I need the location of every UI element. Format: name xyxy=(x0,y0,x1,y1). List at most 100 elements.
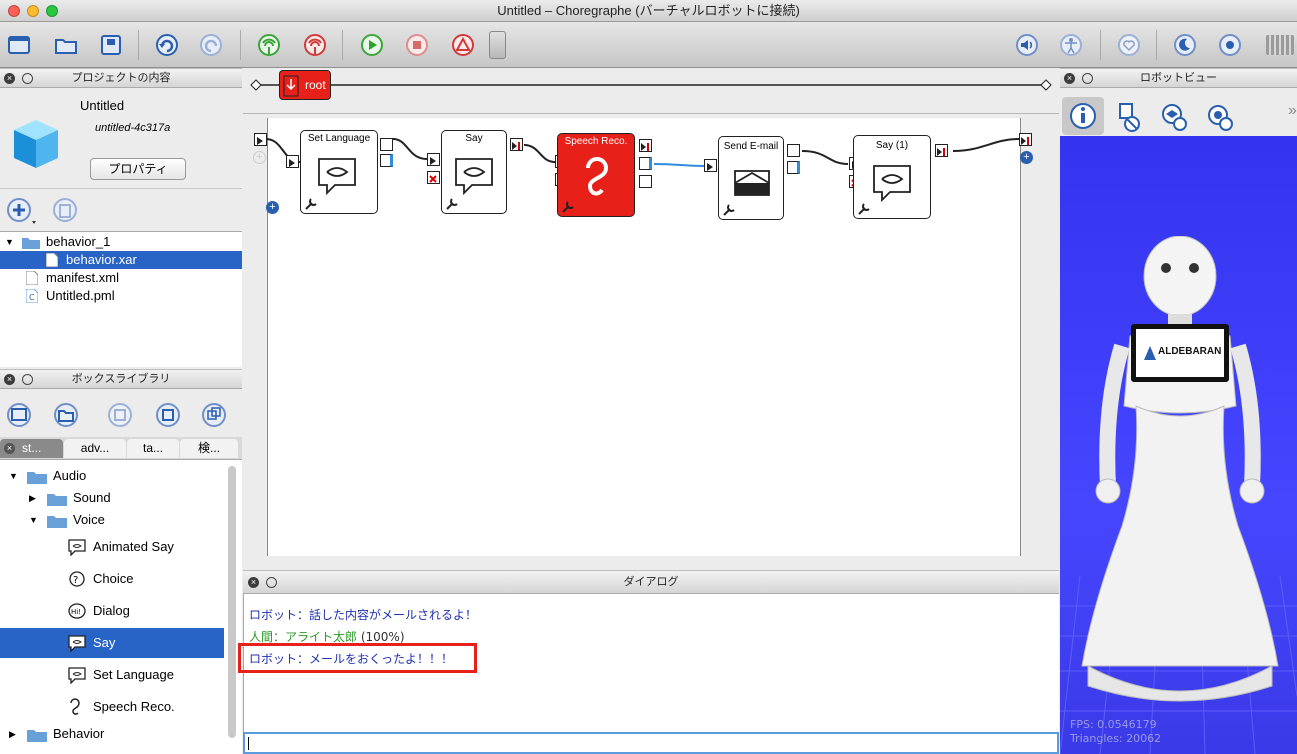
close-window-icon[interactable] xyxy=(8,5,20,17)
volume-slider-handle[interactable] xyxy=(489,31,506,59)
wake-sun-icon[interactable] xyxy=(1215,30,1245,60)
info-icon xyxy=(1070,103,1096,129)
box-input-port[interactable] xyxy=(427,153,440,166)
box-output-port[interactable] xyxy=(639,139,652,152)
tab-advanced[interactable]: adv... xyxy=(64,439,126,458)
open-project-button[interactable] xyxy=(51,30,81,60)
save-library-button[interactable] xyxy=(106,402,134,428)
library-item-sound[interactable]: ▶ Sound xyxy=(0,487,228,509)
root-arrow-icon xyxy=(283,75,299,97)
flow-box-speech-reco[interactable]: Speech Reco. xyxy=(557,133,635,217)
tab-standard[interactable]: × st... xyxy=(0,439,63,458)
box-output-port[interactable] xyxy=(935,144,948,157)
disclosure-open-icon[interactable]: ▼ xyxy=(5,233,14,251)
project-id: untitled-4c317a xyxy=(95,122,171,134)
library-item-set-language[interactable]: Set Language xyxy=(0,664,228,686)
robot-3d-viewport[interactable]: ALDEBARAN FPS: 0.0546179 Triangles: 2006… xyxy=(1060,136,1297,754)
box-stop-port[interactable] xyxy=(427,171,440,184)
connect-robot-button[interactable] xyxy=(254,30,284,60)
close-panel-icon[interactable]: × xyxy=(4,73,15,84)
close-tab-icon[interactable]: × xyxy=(4,443,15,454)
speech-bubble-icon xyxy=(455,158,493,196)
delete-file-button[interactable] xyxy=(50,197,80,225)
joints-toggle-icon[interactable] xyxy=(1112,102,1144,132)
library-item-dialog[interactable]: Hi! Dialog xyxy=(0,600,228,622)
tree-item-manifest[interactable]: manifest.xml xyxy=(0,269,242,287)
play-button[interactable] xyxy=(357,30,387,60)
disclosure-closed-icon[interactable]: ▶ xyxy=(29,487,36,509)
flow-box-say[interactable]: Say xyxy=(441,130,507,214)
box-output-port[interactable] xyxy=(787,161,800,174)
tab-search[interactable]: 検... xyxy=(180,439,238,458)
settings-gear-icon[interactable] xyxy=(1204,102,1236,132)
box-output-port[interactable] xyxy=(639,157,652,170)
sleep-moon-icon[interactable] xyxy=(1170,30,1200,60)
add-input-icon[interactable]: + xyxy=(253,151,266,164)
library-item-audio[interactable]: ▼ Audio xyxy=(0,465,228,487)
breadcrumb-root[interactable]: root xyxy=(279,70,331,100)
more-chevron-icon[interactable]: » xyxy=(1288,102,1297,120)
box-output-port[interactable] xyxy=(639,175,652,188)
emergency-button[interactable] xyxy=(448,30,478,60)
box-output-port[interactable] xyxy=(510,138,523,151)
flow-box-set-language[interactable]: Set Language xyxy=(300,130,378,214)
project-name: Untitled xyxy=(80,98,125,113)
undock-panel-icon[interactable] xyxy=(22,73,33,84)
library-settings-button[interactable] xyxy=(200,402,228,428)
info-button[interactable] xyxy=(1062,97,1104,135)
disclosure-open-icon[interactable]: ▼ xyxy=(9,465,18,487)
box-input-port[interactable] xyxy=(286,155,299,168)
undock-panel-icon[interactable] xyxy=(1082,73,1093,84)
undock-panel-icon[interactable] xyxy=(266,577,277,588)
box-output-port[interactable] xyxy=(787,144,800,157)
heart-icon[interactable] xyxy=(1114,30,1144,60)
new-library-button[interactable] xyxy=(5,402,33,428)
panel-title: ダイアログ xyxy=(623,576,679,588)
library-scrollbar[interactable] xyxy=(228,466,236,738)
add-file-button[interactable] xyxy=(4,197,38,227)
library-item-choice[interactable]: ? Choice xyxy=(0,568,228,590)
new-project-button[interactable] xyxy=(4,30,34,60)
project-panel-header: × プロジェクトの内容 xyxy=(0,68,242,88)
close-panel-icon[interactable]: × xyxy=(1064,73,1075,84)
add-parameter-icon[interactable]: + xyxy=(266,201,279,214)
properties-button[interactable]: プロパティ xyxy=(90,158,186,180)
flow-box-say-1[interactable]: Say (1) xyxy=(853,135,931,219)
box-output-port[interactable] xyxy=(380,138,393,151)
open-library-button[interactable] xyxy=(52,402,80,428)
tab-tags[interactable]: ta... xyxy=(127,439,179,458)
tree-item-behavior-xar[interactable]: behavior.xar xyxy=(0,251,242,269)
dialog-input[interactable] xyxy=(243,732,1059,754)
box-output-port[interactable] xyxy=(380,154,393,167)
ear-icon xyxy=(586,157,609,196)
tree-item-behavior-folder[interactable]: ▼ behavior_1 xyxy=(0,233,242,251)
stop-button[interactable] xyxy=(402,30,432,60)
canvas-output-port[interactable] xyxy=(1019,133,1032,146)
close-panel-icon[interactable]: × xyxy=(4,374,15,385)
undock-panel-icon[interactable] xyxy=(22,374,33,385)
disconnect-robot-button[interactable] xyxy=(300,30,330,60)
library-item-voice[interactable]: ▼ Voice xyxy=(0,509,228,531)
library-item-animated-say[interactable]: Animated Say xyxy=(0,536,228,558)
close-panel-icon[interactable]: × xyxy=(248,577,259,588)
undo-button[interactable] xyxy=(152,30,182,60)
library-item-say[interactable]: Say xyxy=(0,628,224,658)
box-input-port[interactable] xyxy=(704,159,717,172)
disclosure-open-icon[interactable]: ▼ xyxy=(29,509,38,531)
canvas-input-port[interactable] xyxy=(254,133,267,146)
tree-item-pml[interactable]: C Untitled.pml xyxy=(0,287,242,305)
speaker-icon[interactable] xyxy=(1012,30,1042,60)
redo-button[interactable] xyxy=(196,30,226,60)
library-item-speech-reco[interactable]: Speech Reco. xyxy=(0,696,228,718)
robot-posture-icon[interactable] xyxy=(1056,30,1086,60)
disclosure-closed-icon[interactable]: ▶ xyxy=(9,723,16,745)
flow-diagram-canvas[interactable]: + + Set Language Say Speech Reco. Send E… xyxy=(243,114,1059,569)
flow-box-send-email[interactable]: Send E-mail xyxy=(718,136,784,220)
sensors-toggle-icon[interactable] xyxy=(1158,102,1190,132)
minimize-window-icon[interactable] xyxy=(27,5,39,17)
add-output-icon[interactable]: + xyxy=(1020,151,1033,164)
save-project-button[interactable] xyxy=(96,30,126,60)
zoom-window-icon[interactable] xyxy=(46,5,58,17)
library-item-behavior[interactable]: ▶ Behavior xyxy=(0,723,228,745)
save-library-as-button[interactable] xyxy=(154,402,182,428)
